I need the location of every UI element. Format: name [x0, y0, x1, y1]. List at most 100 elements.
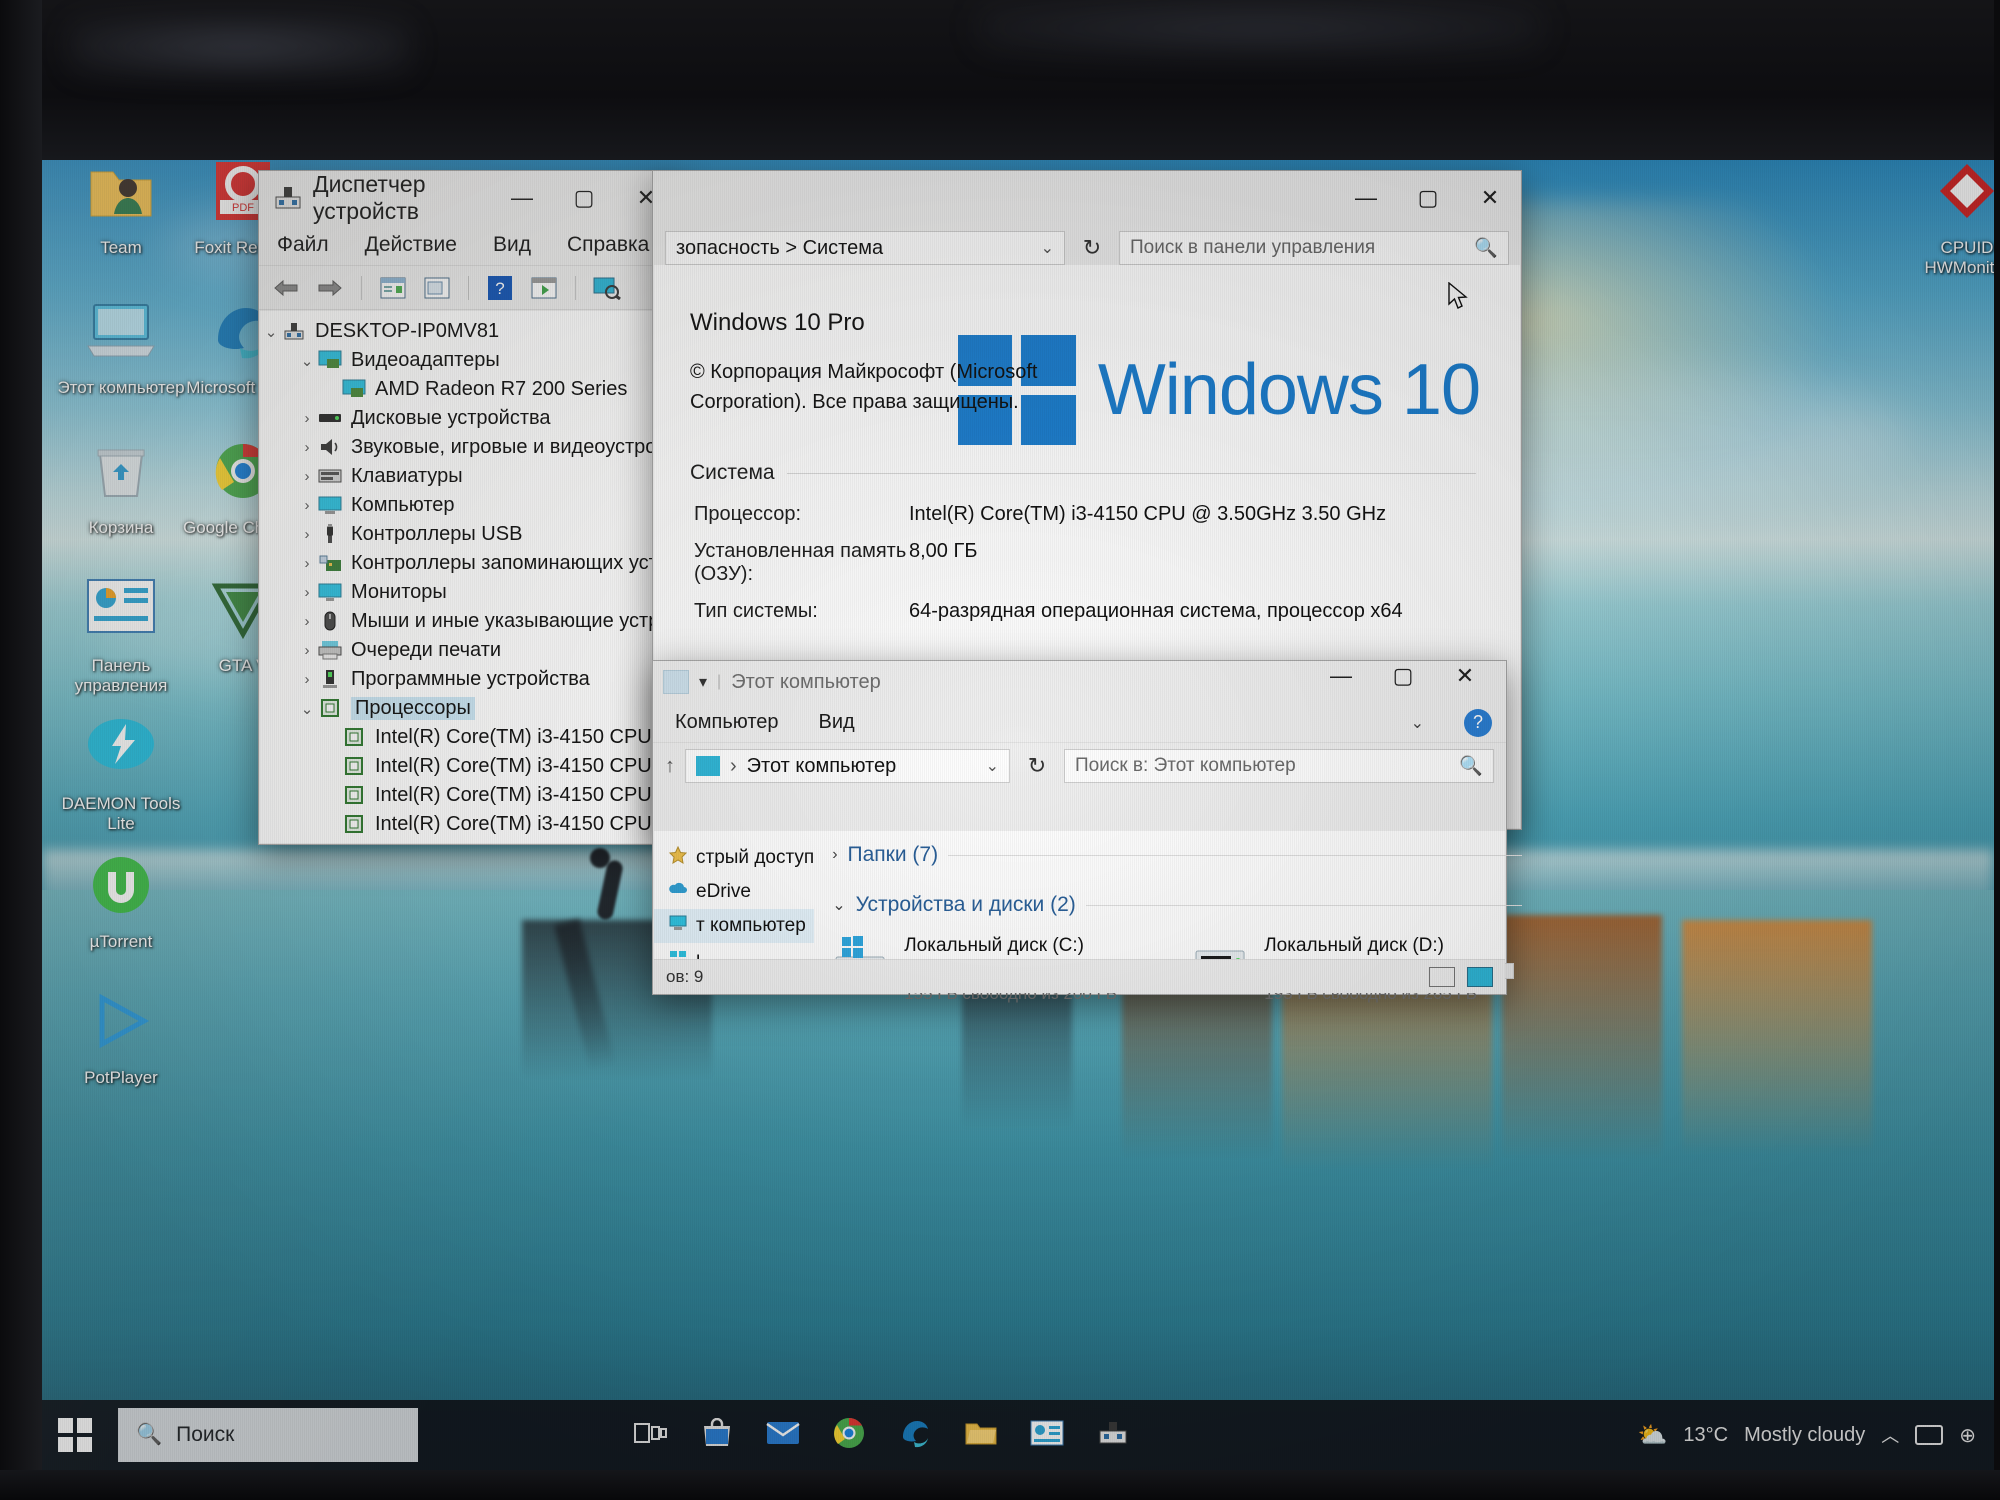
ribbon-tab-computer[interactable]: Компьютер: [675, 711, 779, 734]
chevron-up-icon[interactable]: ︿: [1881, 1422, 1899, 1448]
update-driver-icon[interactable]: [420, 272, 454, 304]
chevron-down-icon[interactable]: ⌄: [296, 352, 318, 370]
device-manager-menubar[interactable]: Файл Действие Вид Справка: [259, 225, 677, 265]
tree-row-root[interactable]: ⌄ DESKTOP-IP0MV81: [260, 317, 676, 346]
tree-row-6[interactable]: › Контроллеры USB: [260, 520, 676, 549]
desktop-icon-potplayer[interactable]: PotPlayer: [56, 990, 186, 1088]
taskbar-item-file-explorer[interactable]: [948, 1400, 1014, 1470]
group-header-devices[interactable]: ⌄ Устройства и диски (2): [832, 893, 1523, 917]
minimize-button[interactable]: —: [491, 171, 553, 225]
desktop-icon-this-pc[interactable]: Этот компьютер: [56, 300, 186, 398]
device-manager-toolbar[interactable]: ?: [259, 266, 677, 310]
taskbar-item-device-manager[interactable]: [1080, 1400, 1146, 1470]
chevron-right-icon[interactable]: ›: [296, 410, 318, 427]
file-explorer-window[interactable]: ▾ | Этот компьютер — ▢ ✕ Компьютер Вид ⌄…: [652, 660, 1523, 1003]
taskbar-item-mail[interactable]: [750, 1400, 816, 1470]
chevron-down-icon[interactable]: ⌄: [986, 756, 999, 776]
tree-row-14[interactable]: Intel(R) Core(TM) i3-4150 CPU @ 3.50GHz: [260, 752, 676, 781]
help-icon[interactable]: ?: [1464, 708, 1492, 737]
explorer-ribbon-tabs[interactable]: Компьютер Вид ⌄ ?: [653, 703, 1506, 743]
chevron-right-icon[interactable]: ›: [296, 497, 318, 514]
network-icon[interactable]: ⊕: [1959, 1423, 1976, 1448]
group-header-folders[interactable]: › Папки (7): [832, 843, 1523, 867]
maximize-button[interactable]: ▢: [1397, 171, 1459, 225]
menu-item-2[interactable]: Вид: [493, 233, 531, 257]
help-icon[interactable]: ?: [483, 272, 517, 304]
tree-row-0[interactable]: ⌄ Видеоадаптеры: [260, 346, 676, 375]
tree-row-15[interactable]: Intel(R) Core(TM) i3-4150 CPU @ 3.50GHz: [260, 781, 676, 810]
tree-row-1[interactable]: AMD Radeon R7 200 Series: [260, 375, 676, 404]
desktop-icon-daemon-tools[interactable]: DAEMON Tools Lite: [56, 716, 186, 834]
system-tray[interactable]: ⛅ 13°C Mostly cloudy ︿ ⊕: [1638, 1421, 1995, 1450]
chevron-right-icon[interactable]: ›: [296, 439, 318, 456]
explorer-breadcrumb[interactable]: › Этот компьютер ⌄: [685, 749, 1010, 783]
show-hidden-icon[interactable]: [590, 272, 624, 304]
taskbar-search-box[interactable]: 🔍 Поиск: [118, 1408, 418, 1462]
taskbar-pinned-items[interactable]: [618, 1400, 1146, 1470]
chevron-down-icon[interactable]: ⌄: [1041, 238, 1054, 258]
start-button[interactable]: [42, 1400, 108, 1470]
tree-row-8[interactable]: › Мониторы: [260, 578, 676, 607]
battery-icon[interactable]: [1915, 1425, 1944, 1445]
chevron-right-icon[interactable]: ›: [296, 613, 318, 630]
chevron-down-icon[interactable]: ⌄: [260, 323, 282, 341]
desktop-icon-utorrent[interactable]: µTorrent: [56, 854, 186, 952]
tree-row-5[interactable]: › Компьютер: [260, 491, 676, 520]
scan-hardware-icon[interactable]: [527, 272, 561, 304]
up-arrow-icon[interactable]: ↑: [665, 755, 675, 778]
tree-row-3[interactable]: › Звуковые, игровые и видеоустройства: [260, 433, 677, 462]
desktop-icon-folder-user[interactable]: Team: [56, 160, 186, 258]
details-view-icon[interactable]: [1429, 966, 1455, 987]
breadcrumb[interactable]: зопасность > Система ⌄: [665, 231, 1065, 265]
device-manager-window[interactable]: Диспетчер устройств — ▢ ✕ Файл Действие Ви…: [258, 170, 678, 845]
maximize-button[interactable]: ▢: [1372, 655, 1434, 697]
chevron-right-icon[interactable]: ›: [832, 846, 837, 864]
menu-item-3[interactable]: Справка: [567, 233, 649, 257]
chevron-right-icon[interactable]: ›: [296, 642, 318, 659]
quick-access-toolbar[interactable]: ▾ | Этот компьютер — ▢ ✕: [653, 661, 1506, 703]
tree-row-16[interactable]: Intel(R) Core(TM) i3-4150 CPU @ 3.50GHz: [260, 810, 676, 839]
properties-icon[interactable]: [376, 272, 410, 304]
nav-item-1[interactable]: eDrive: [654, 875, 814, 909]
tree-row-4[interactable]: › Клавиатуры: [260, 462, 676, 491]
back-arrow-icon[interactable]: [269, 272, 303, 304]
chevron-down-icon[interactable]: ⌄: [296, 700, 318, 718]
system-titlebar[interactable]: — ▢ ✕: [653, 171, 1521, 225]
refresh-icon[interactable]: ↻: [1075, 231, 1109, 265]
maximize-button[interactable]: ▢: [553, 171, 615, 225]
minimize-button[interactable]: —: [1335, 171, 1397, 225]
chevron-right-icon[interactable]: ›: [296, 555, 318, 572]
desktop-icon-recycle-bin[interactable]: Корзина: [56, 440, 186, 538]
close-button[interactable]: ✕: [1459, 171, 1521, 225]
menu-item-1[interactable]: Действие: [365, 233, 457, 257]
explorer-address-bar[interactable]: ↑ › Этот компьютер ⌄ ↻ Поиск в: Этот ком…: [653, 743, 1506, 789]
minimize-button[interactable]: —: [1310, 655, 1372, 697]
menu-item-0[interactable]: Файл: [277, 233, 329, 257]
tree-row-10[interactable]: › Очереди печати: [260, 636, 676, 665]
nav-item-0[interactable]: стрый доступ: [654, 841, 814, 875]
close-button[interactable]: ✕: [1434, 655, 1496, 697]
taskbar-item-microsoft-store[interactable]: [684, 1400, 750, 1470]
chevron-right-icon[interactable]: ›: [296, 584, 318, 601]
chevron-right-icon[interactable]: ›: [296, 526, 318, 543]
chevron-down-icon[interactable]: ⌄: [832, 895, 845, 915]
taskbar-item-chrome[interactable]: [816, 1400, 882, 1470]
desktop-icon-hwmonitor[interactable]: CPUID HWMonitor: [1902, 160, 1994, 278]
ribbon-tab-view[interactable]: Вид: [819, 711, 855, 734]
large-icons-view-icon[interactable]: [1467, 966, 1493, 987]
device-manager-titlebar[interactable]: Диспетчер устройств — ▢ ✕: [259, 171, 677, 225]
taskbar-item-task-view[interactable]: [618, 1400, 684, 1470]
taskbar-item-edge[interactable]: [882, 1400, 948, 1470]
tree-row-17[interactable]: ›Сетевые адаптеры: [260, 839, 676, 843]
desktop-icon-control-panel[interactable]: Панель управления: [56, 578, 186, 696]
refresh-icon[interactable]: ↻: [1020, 749, 1054, 783]
explorer-search-input[interactable]: Поиск в: Этот компьютер 🔍: [1064, 749, 1494, 783]
tree-row-13[interactable]: Intel(R) Core(TM) i3-4150 CPU @ 3.50GHz: [260, 723, 676, 752]
taskbar[interactable]: 🔍 Поиск ⛅ 13°C Mostly cloudy ︿ ⊕: [42, 1400, 1994, 1470]
tree-row-7[interactable]: › Контроллеры запоминающих устройств: [260, 549, 677, 578]
chevron-right-icon[interactable]: ›: [296, 671, 318, 688]
nav-item-2[interactable]: т компьютер: [654, 909, 815, 943]
tree-row-12[interactable]: ⌄ Процессоры: [260, 694, 676, 723]
tree-row-2[interactable]: › Дисковые устройства: [260, 404, 676, 433]
taskbar-item-control-panel[interactable]: [1014, 1400, 1080, 1470]
